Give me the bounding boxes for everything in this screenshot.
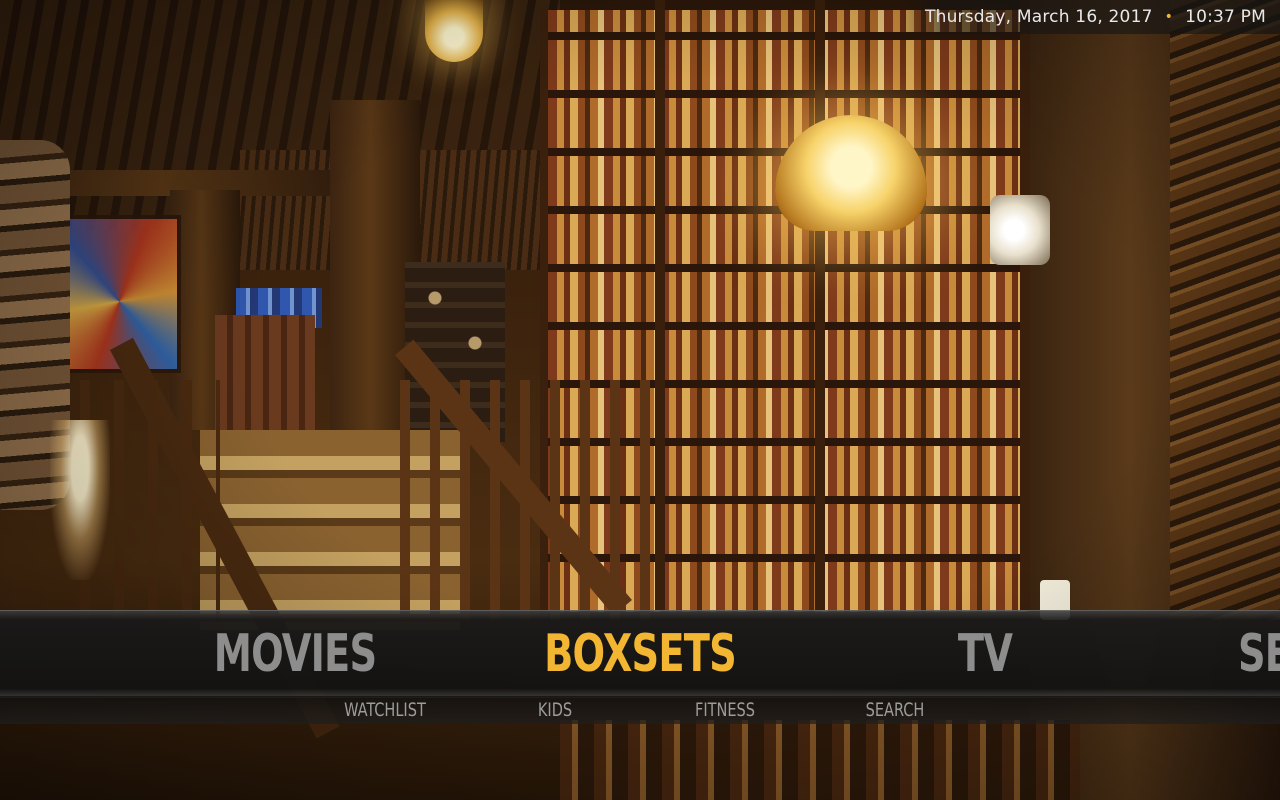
home-submenu-bar: WATCHLIST KIDS FITNESS SEARCH xyxy=(0,696,1280,724)
submenu-item-fitness[interactable]: FITNESS xyxy=(683,696,768,724)
time-label: 10:37 PM xyxy=(1185,7,1266,27)
clock-separator-icon: • xyxy=(1164,9,1174,25)
menu-item-next[interactable]: SE xyxy=(1238,611,1280,697)
submenu-item-kids[interactable]: KIDS xyxy=(521,696,589,724)
date-label: Thursday, March 16, 2017 xyxy=(925,7,1153,27)
home-menu-bar: MOVIES BOXSETS TV SE xyxy=(0,610,1280,698)
submenu-item-watchlist[interactable]: WATCHLIST xyxy=(334,696,436,724)
clock-bar: Thursday, March 16, 2017 • 10:37 PM xyxy=(901,0,1280,34)
menu-item-movies[interactable]: MOVIES xyxy=(214,611,377,697)
menu-item-boxsets[interactable]: BOXSETS xyxy=(544,611,737,697)
menu-item-tv[interactable]: TV xyxy=(948,611,1022,697)
submenu-item-search[interactable]: SEARCH xyxy=(857,696,934,724)
